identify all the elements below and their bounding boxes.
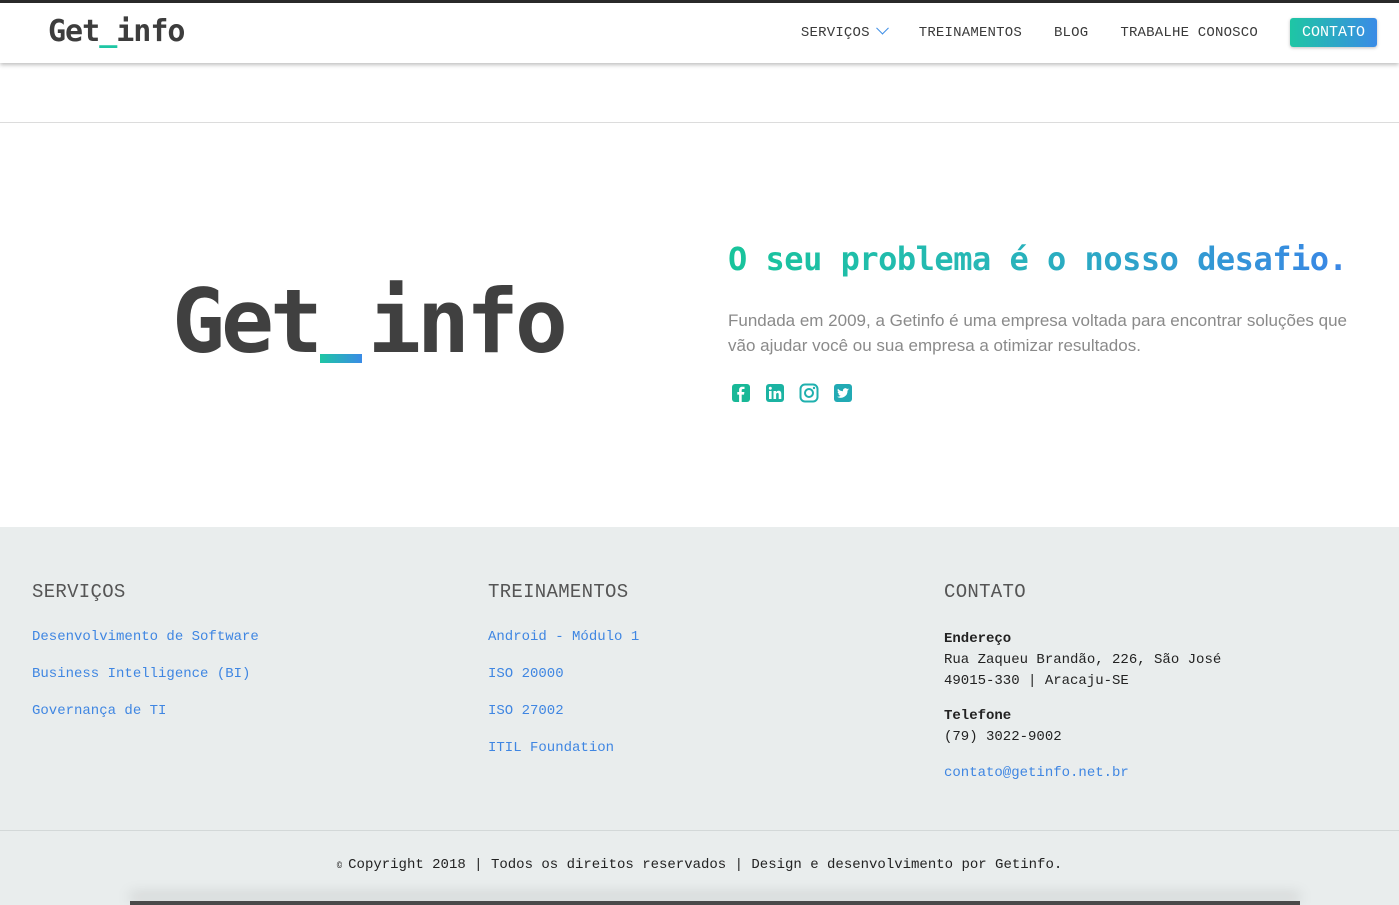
address-line-2: 49015-330 | Aracaju-SE bbox=[944, 673, 1129, 689]
footer-link-iso27002[interactable]: ISO 27002 bbox=[488, 703, 639, 719]
hero-logo-underscore bbox=[320, 354, 362, 363]
logo-text-left: Get bbox=[48, 14, 100, 49]
footer-divider bbox=[0, 830, 1399, 831]
nav-servicos-label: SERVIÇOS bbox=[800, 24, 870, 41]
hero-title: O seu problema é o nosso desafio. bbox=[728, 240, 1348, 278]
footer-contato: CONTATO Endereço Rua Zaqueu Brandão, 226… bbox=[944, 581, 1221, 802]
copyright-text: Copyright 2018 | Todos os direitos reser… bbox=[348, 857, 1063, 873]
hero-logo-left: Get bbox=[172, 270, 323, 373]
twitter-icon[interactable] bbox=[832, 382, 854, 404]
contato-button[interactable]: CONTATO bbox=[1289, 18, 1377, 47]
nav-servicos[interactable]: SERVIÇOS bbox=[800, 21, 889, 41]
footer-link-itil[interactable]: ITIL Foundation bbox=[488, 740, 639, 756]
chevron-down-icon bbox=[875, 21, 889, 35]
footer-link-iso20000[interactable]: ISO 20000 bbox=[488, 666, 639, 682]
footer-treinamentos: TREINAMENTOS Android - Módulo 1 ISO 2000… bbox=[488, 581, 639, 777]
logo-text-right: info bbox=[116, 14, 185, 49]
footer-treinamentos-title: TREINAMENTOS bbox=[488, 581, 629, 603]
navbar: Get_info SERVIÇOS TREINAMENTOS BLOG TRAB… bbox=[0, 3, 1399, 63]
footer: SERVIÇOS Desenvolvimento de Software Bus… bbox=[0, 527, 1399, 905]
copyright: © Copyright 2018 | Todos os direitos rese… bbox=[0, 857, 1399, 873]
footer-servicos-title: SERVIÇOS bbox=[32, 581, 126, 603]
footer-contato-title: CONTATO bbox=[944, 581, 1026, 603]
footer-link-android[interactable]: Android - Módulo 1 bbox=[488, 629, 639, 645]
facebook-icon[interactable] bbox=[730, 382, 752, 404]
section-divider bbox=[0, 122, 1399, 123]
nav-blog[interactable]: BLOG bbox=[1054, 25, 1088, 41]
instagram-icon[interactable] bbox=[798, 382, 820, 404]
linkedin-icon[interactable] bbox=[764, 382, 786, 404]
hero-description: Fundada em 2009, a Getinfo é uma empresa… bbox=[728, 311, 1347, 355]
nav-trabalhe-conosco[interactable]: TRABALHE CONOSCO bbox=[1120, 25, 1258, 41]
bottom-bar bbox=[130, 901, 1300, 905]
social-links bbox=[730, 382, 866, 404]
footer-link-governanca[interactable]: Governança de TI bbox=[32, 703, 259, 719]
logo-underscore: _ bbox=[99, 14, 117, 49]
hero-logo-right: info bbox=[367, 270, 568, 373]
footer-servicos: SERVIÇOS Desenvolvimento de Software Bus… bbox=[32, 581, 259, 740]
header-logo[interactable]: Get_info bbox=[48, 14, 186, 49]
copyright-symbol: © bbox=[336, 861, 343, 871]
footer-link-desenvolvimento[interactable]: Desenvolvimento de Software bbox=[32, 629, 259, 645]
hero-logo: Get info bbox=[172, 270, 568, 373]
main-nav: SERVIÇOS TREINAMENTOS BLOG TRABALHE CONO… bbox=[769, 18, 1377, 47]
address-line-1: Rua Zaqueu Brandão, 226, São José bbox=[944, 652, 1222, 668]
footer-link-bi[interactable]: Business Intelligence (BI) bbox=[32, 666, 259, 682]
address-label: Endereço bbox=[944, 631, 1012, 647]
phone-label: Telefone bbox=[944, 708, 1012, 724]
phone-number: (79) 3022-9002 bbox=[944, 729, 1062, 745]
email-link[interactable]: contato@getinfo.net.br bbox=[944, 765, 1221, 781]
nav-treinamentos[interactable]: TREINAMENTOS bbox=[919, 25, 1022, 41]
